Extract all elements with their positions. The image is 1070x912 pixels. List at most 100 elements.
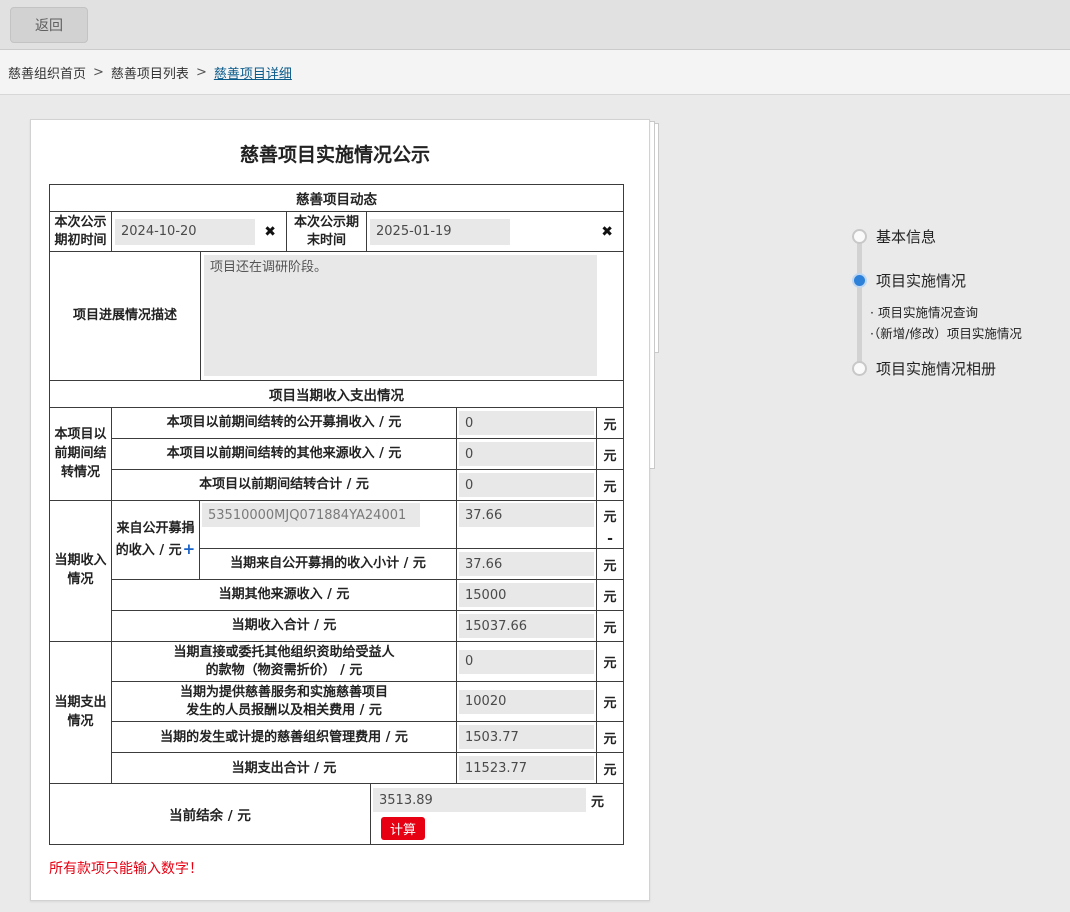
step-circle bbox=[852, 229, 867, 244]
table-row: 当期支出情况 当期直接或委托其他组织资助给受益人 的款物（物资需折价） / 元 … bbox=[50, 642, 624, 682]
period-start-clear-icon[interactable]: ✖ bbox=[264, 225, 276, 239]
breadcrumb: 慈善组织首页 > 慈善项目列表 > 慈善项目详细 bbox=[0, 50, 1070, 95]
finance-row-label: 本项目以前期间结转合计 / 元 bbox=[112, 470, 457, 501]
finance-row-label: 本项目以前期间结转的公开募捐收入 / 元 bbox=[112, 408, 457, 439]
step-item-implementation[interactable]: 项目实施情况 bbox=[852, 271, 966, 289]
period-end-cell: ✖ bbox=[367, 212, 624, 252]
donation-amount-input[interactable] bbox=[459, 503, 594, 527]
finance-value-input[interactable] bbox=[459, 614, 594, 638]
unit-label: 元 bbox=[597, 549, 624, 580]
unit-label: 元 bbox=[597, 753, 624, 784]
balance-input[interactable] bbox=[373, 788, 586, 812]
finance-value-cell bbox=[457, 642, 597, 682]
finance-row-label: 本项目以前期间结转的其他来源收入 / 元 bbox=[112, 439, 457, 470]
donation-source-label: 来自公开募捐的收入 / 元+ bbox=[112, 501, 200, 580]
dates-table: 本次公示期初时间 ✖ 本次公示期末时间 ✖ bbox=[49, 211, 624, 252]
finance-value-input[interactable] bbox=[459, 473, 594, 497]
finance-value-input[interactable] bbox=[459, 725, 594, 749]
back-button[interactable]: 返回 bbox=[10, 7, 88, 43]
finance-value-cell bbox=[457, 722, 597, 753]
unit-label: 元 bbox=[603, 506, 616, 525]
income-group-label: 当期收入情况 bbox=[50, 501, 112, 642]
unit-label: 元 bbox=[597, 642, 624, 682]
progress-desc-cell: 项目还在调研阶段。 bbox=[201, 252, 624, 381]
balance-cell: 元 计算 bbox=[371, 784, 624, 845]
expense-group-label: 当期支出情况 bbox=[50, 642, 112, 784]
period-start-input[interactable] bbox=[115, 219, 255, 245]
table-row: 当前结余 / 元 元 计算 bbox=[50, 784, 624, 845]
finance-value-input[interactable] bbox=[459, 650, 594, 674]
finance-value-cell bbox=[457, 753, 597, 784]
calculate-button[interactable]: 计算 bbox=[381, 817, 425, 840]
finance-value-cell bbox=[457, 682, 597, 722]
donation-amount-cell bbox=[457, 501, 597, 549]
finance-row-label: 当期直接或委托其他组织资助给受益人 的款物（物资需折价） / 元 bbox=[112, 642, 457, 682]
step-item-basic-info[interactable]: 基本信息 bbox=[852, 227, 936, 245]
page-title: 慈善项目实施情况公示 bbox=[49, 142, 621, 168]
unit-label: 元 bbox=[597, 470, 624, 501]
breadcrumb-current-project-detail[interactable]: 慈善项目详细 bbox=[214, 63, 292, 82]
finance-row-label: 当期收入合计 / 元 bbox=[112, 611, 457, 642]
finance-value-input[interactable] bbox=[459, 756, 594, 780]
balance-table: 当前结余 / 元 元 计算 bbox=[49, 783, 624, 845]
breadcrumb-separator: > bbox=[196, 65, 207, 80]
finance-value-input[interactable] bbox=[459, 442, 594, 466]
period-end-label: 本次公示期末时间 bbox=[287, 212, 367, 252]
period-start-cell: ✖ bbox=[112, 212, 287, 252]
finance-value-input[interactable] bbox=[459, 583, 594, 607]
finance-value-cell bbox=[457, 439, 597, 470]
finance-header-table: 项目当期收入支出情况 bbox=[49, 380, 624, 408]
finance-value-cell bbox=[457, 408, 597, 439]
validation-note: 所有款项只能输入数字！ bbox=[49, 858, 621, 878]
dynamics-header-table: 慈善项目动态 bbox=[49, 184, 624, 212]
unit-label: 元 bbox=[597, 722, 624, 753]
unit-label: 元 bbox=[597, 682, 624, 722]
finance-row-label: 当期的发生或计提的慈善组织管理费用 / 元 bbox=[112, 722, 457, 753]
step-item-album[interactable]: 项目实施情况相册 bbox=[852, 359, 996, 377]
progress-desc-textarea[interactable]: 项目还在调研阶段。 bbox=[204, 255, 597, 376]
donation-code-input[interactable] bbox=[202, 503, 420, 527]
balance-label: 当前结余 / 元 bbox=[50, 784, 371, 845]
period-end-clear-icon[interactable]: ✖ bbox=[601, 225, 613, 239]
step-label: 项目实施情况相册 bbox=[876, 358, 996, 379]
main-area: 慈善项目实施情况公示 慈善项目动态 本次公示期初时间 ✖ bbox=[0, 95, 1070, 911]
step-circle-active bbox=[852, 273, 867, 288]
finance-row-label: 当期其他来源收入 / 元 bbox=[112, 580, 457, 611]
step-sublink-add-edit[interactable]: ·（新增/修改）项目实施情况 bbox=[870, 323, 1022, 342]
finance-value-input[interactable] bbox=[459, 690, 594, 714]
breadcrumb-link-project-list[interactable]: 慈善项目列表 bbox=[111, 63, 189, 82]
step-label: 项目实施情况 bbox=[876, 270, 966, 291]
table-row: 当期收入合计 / 元 元 bbox=[50, 611, 624, 642]
table-row: 当期收入情况 来自公开募捐的收入 / 元+ 元 - bbox=[50, 501, 624, 549]
breadcrumb-link-home[interactable]: 慈善组织首页 bbox=[8, 63, 86, 82]
table-row: 当期为提供慈善服务和实施慈善项目 发生的人员报酬以及相关费用 / 元 元 bbox=[50, 682, 624, 722]
form-card-stack: 慈善项目实施情况公示 慈善项目动态 本次公示期初时间 ✖ bbox=[30, 119, 670, 901]
dynamics-section-header: 慈善项目动态 bbox=[50, 185, 624, 212]
finance-value-cell bbox=[457, 611, 597, 642]
period-start-label: 本次公示期初时间 bbox=[50, 212, 112, 252]
table-row: 慈善项目动态 bbox=[50, 185, 624, 212]
finance-value-input[interactable] bbox=[459, 552, 594, 576]
table-row: 当期支出合计 / 元 元 bbox=[50, 753, 624, 784]
finance-value-cell bbox=[457, 580, 597, 611]
finance-value-cell bbox=[457, 470, 597, 501]
table-row: 项目进展情况描述 项目还在调研阶段。 bbox=[50, 252, 624, 381]
finance-value-input[interactable] bbox=[459, 411, 594, 435]
table-row: 当期其他来源收入 / 元 元 bbox=[50, 580, 624, 611]
table-row: 当期的发生或计提的慈善组织管理费用 / 元 元 bbox=[50, 722, 624, 753]
top-bar: 返回 bbox=[0, 0, 1070, 50]
unit-label: 元 bbox=[597, 611, 624, 642]
period-end-input[interactable] bbox=[370, 219, 510, 245]
step-label: 基本信息 bbox=[876, 226, 936, 247]
add-donation-row-button[interactable]: + bbox=[183, 540, 196, 558]
finance-value-cell bbox=[457, 549, 597, 580]
finance-row-label: 当期来自公开募捐的收入小计 / 元 bbox=[200, 549, 457, 580]
unit-label: 元 bbox=[591, 791, 604, 810]
remove-donation-row-button[interactable]: - bbox=[607, 532, 613, 546]
finance-row-label: 当期支出合计 / 元 bbox=[112, 753, 457, 784]
unit-label: 元 bbox=[597, 439, 624, 470]
step-sublink-query[interactable]: · 项目实施情况查询 bbox=[870, 302, 978, 321]
finance-row-label: 当期为提供慈善服务和实施慈善项目 发生的人员报酬以及相关费用 / 元 bbox=[112, 682, 457, 722]
unit-label: 元 bbox=[597, 580, 624, 611]
unit-label: 元 bbox=[597, 408, 624, 439]
